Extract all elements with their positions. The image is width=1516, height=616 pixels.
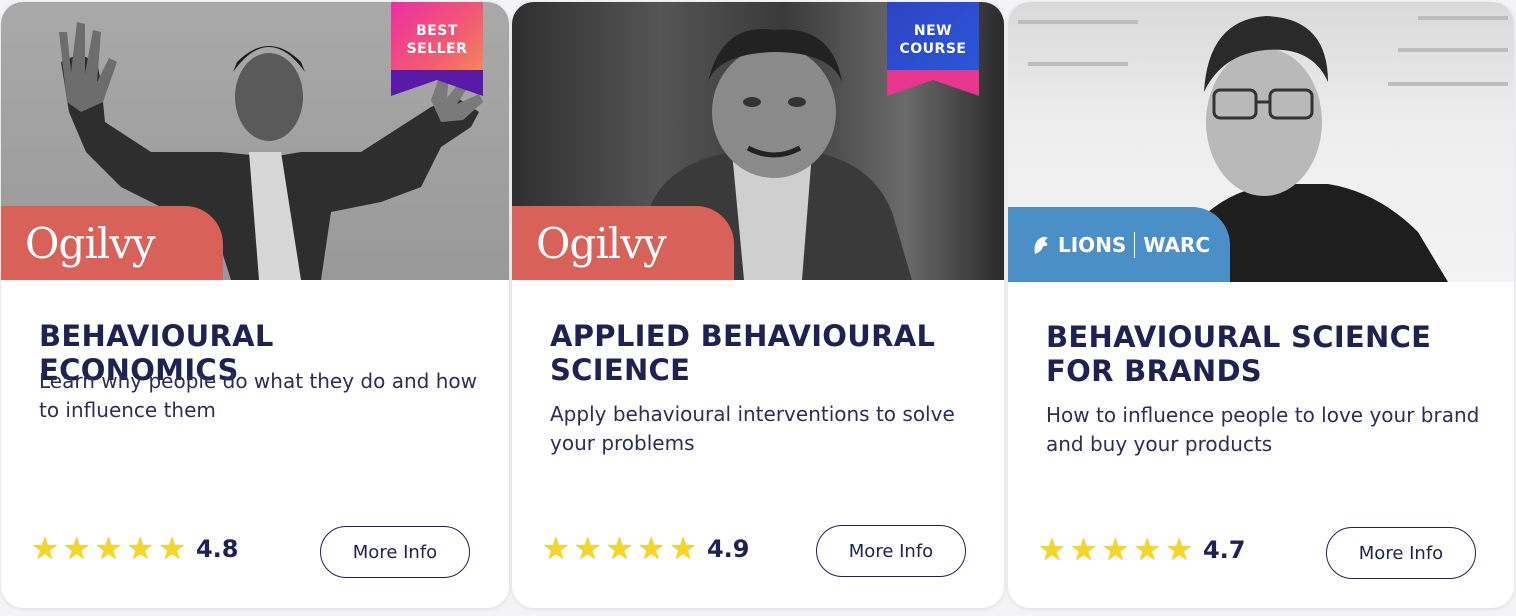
- brand-name-warc: WARC: [1143, 232, 1211, 257]
- star-icon: ★: [62, 531, 91, 566]
- rating: ★ ★ ★ ★ ★ 4.8: [31, 533, 239, 564]
- star-icon: ★: [573, 531, 602, 566]
- star-icon: ★: [1069, 532, 1098, 567]
- best-seller-badge: BEST SELLER: [391, 2, 483, 98]
- rating-value: 4.8: [195, 534, 239, 563]
- course-hero-image: Ogilvy NEW COURSE: [512, 2, 1004, 280]
- rating: ★ ★ ★ ★ ★ 4.9: [542, 533, 750, 564]
- badge-line-2: COURSE: [899, 41, 967, 57]
- course-title: APPLIED BEHAVIOURAL SCIENCE: [550, 319, 936, 387]
- star-icon: ★: [1101, 532, 1130, 567]
- star-icon: ★: [605, 531, 634, 566]
- more-info-button[interactable]: More Info: [320, 526, 470, 578]
- badge-line-2: SELLER: [406, 41, 468, 57]
- new-course-badge: NEW COURSE: [887, 2, 979, 98]
- star-icon: ★: [126, 531, 155, 566]
- star-icon: ★: [1133, 532, 1162, 567]
- brand-name-lions: LIONS: [1058, 232, 1127, 257]
- star-icon: ★: [1165, 532, 1193, 567]
- course-hero-image: LIONS WARC: [1008, 2, 1514, 282]
- brand-logo-lions-warc: LIONS WARC: [1008, 207, 1230, 282]
- course-card-behavioural-economics[interactable]: Ogilvy BEST SELLER BEHAVIOURAL ECONOMICS…: [1, 2, 509, 608]
- star-icon: ★: [542, 531, 570, 566]
- course-card-behavioural-science-for-brands[interactable]: LIONS WARC BEHAVIOURAL SCIENCE FOR BRAND…: [1008, 2, 1514, 608]
- brand-logo-ogilvy: Ogilvy: [512, 206, 734, 280]
- course-description: Learn why people do what they do and how…: [39, 369, 477, 422]
- star-icon: ★: [1038, 532, 1066, 567]
- brand-divider: [1134, 231, 1136, 258]
- more-info-button[interactable]: More Info: [1326, 527, 1476, 579]
- rating: ★ ★ ★ ★ ★ 4.7: [1038, 534, 1246, 565]
- star-icon: ★: [31, 531, 59, 566]
- lions-logo-icon: [1034, 236, 1048, 254]
- star-icon: ★: [669, 531, 697, 566]
- rating-value: 4.9: [706, 534, 750, 563]
- brand-name: Ogilvy: [25, 218, 156, 268]
- star-icon: ★: [94, 531, 123, 566]
- brand-logo-ogilvy: Ogilvy: [1, 206, 223, 280]
- course-description: Apply behavioural interventions to solve…: [550, 402, 955, 455]
- course-description: How to influence people to love your bra…: [1046, 403, 1480, 456]
- course-title: BEHAVIOURAL SCIENCE FOR BRANDS: [1046, 320, 1432, 388]
- star-icon: ★: [637, 531, 666, 566]
- brand-name: Ogilvy: [536, 218, 667, 268]
- more-info-button[interactable]: More Info: [816, 525, 966, 577]
- rating-value: 4.7: [1202, 535, 1246, 564]
- star-icon: ★: [158, 531, 186, 566]
- course-hero-image: Ogilvy BEST SELLER: [1, 2, 509, 280]
- badge-line-1: BEST: [416, 23, 458, 39]
- badge-line-1: NEW: [913, 23, 953, 39]
- course-card-applied-behavioural-science[interactable]: Ogilvy NEW COURSE APPLIED BEHAVIOURAL SC…: [512, 2, 1004, 608]
